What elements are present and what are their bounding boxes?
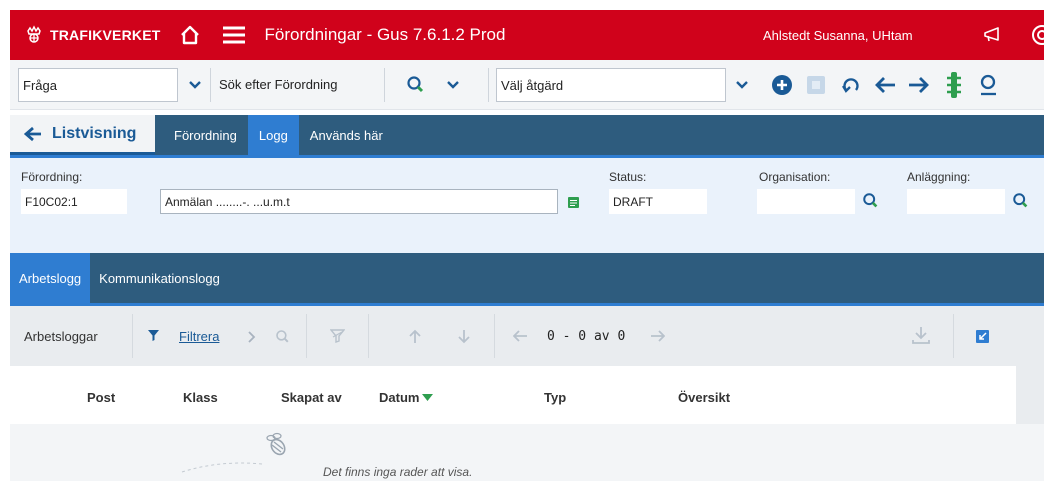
user-search-icon[interactable] [978, 73, 1002, 97]
user-name[interactable]: Ahlstedt Susanna, UHtam [763, 28, 913, 43]
header-form: Förordning: F10C02:1 Anmälan ........-. … [10, 155, 1044, 253]
column-header-skapat-av[interactable]: Skapat av [281, 390, 342, 405]
chevron-right-icon[interactable] [247, 331, 257, 343]
bee-icon [266, 432, 286, 456]
logo-text: TRAFIKVERKET [50, 27, 161, 43]
column-header-post[interactable]: Post [87, 390, 115, 405]
trafikverket-logo[interactable]: TRAFIKVERKET [24, 25, 161, 45]
tab-label: Logg [258, 127, 288, 143]
arrow-left-icon[interactable] [513, 330, 528, 342]
forordning-label: Förordning: [21, 170, 83, 184]
anlaggning-field[interactable] [907, 189, 1005, 214]
save-icon[interactable] [806, 75, 826, 95]
forordning-field[interactable]: F10C02:1 [21, 189, 127, 214]
search-label[interactable]: Sök efter Förordning [219, 77, 338, 92]
filter-link[interactable]: Filtrera [179, 329, 219, 344]
grid-header-row: Post Klass Skapat av Datum Typ Översikt [10, 366, 1016, 424]
filter-icon[interactable] [147, 329, 160, 342]
tab-label: Arbetslogg [19, 270, 82, 286]
tab-label: Kommunikationslogg [99, 270, 220, 286]
log-tab-bar: Arbetslogg Kommunikationslogg [10, 253, 1044, 303]
arrow-right-icon[interactable] [906, 74, 930, 96]
clear-filter-icon[interactable] [330, 329, 345, 344]
grid-divider [953, 314, 954, 358]
grid-divider [368, 314, 369, 358]
grid-body-empty: Det finns inga rader att visa. [10, 424, 1044, 481]
column-header-oversikt[interactable]: Översikt [678, 390, 730, 405]
query-select[interactable]: Fråga [18, 68, 178, 102]
action-select-value: Välj åtgärd [501, 77, 564, 93]
pager-text: 0 - 0 av 0 [547, 328, 626, 344]
status-label: Status: [609, 170, 647, 184]
toolbar-divider [488, 68, 489, 102]
nav-fill [394, 115, 1044, 155]
empty-message: Det finns inga rader att visa. [323, 465, 473, 479]
status-field[interactable]: DRAFT [609, 189, 707, 214]
arrow-left-icon[interactable] [874, 74, 898, 96]
action-select[interactable]: Välj åtgärd [496, 68, 726, 102]
anlaggning-label: Anläggning: [907, 170, 971, 184]
tab-kommunikationslogg[interactable]: Kommunikationslogg [90, 253, 229, 303]
search-icon[interactable] [862, 192, 880, 210]
column-header-label: Datum [379, 390, 420, 405]
notes-icon[interactable] [567, 196, 580, 209]
flight-path-decoration [181, 462, 263, 473]
undo-icon[interactable] [840, 74, 862, 96]
back-to-list-button[interactable]: Listvisning [10, 115, 155, 155]
arrow-down-icon[interactable] [458, 329, 470, 344]
column-header-datum[interactable]: Datum [379, 390, 434, 405]
download-icon[interactable] [912, 326, 930, 344]
sort-descending-icon [422, 393, 434, 401]
tab-label: Förordning [174, 127, 237, 143]
description-field[interactable]: Anmälan ........-. ...u.m.t [160, 189, 558, 214]
add-icon[interactable] [771, 74, 793, 96]
grid-divider [306, 314, 307, 358]
tab-logg[interactable]: Logg [247, 115, 299, 155]
grid-divider [494, 314, 495, 358]
search-options-chevron-icon[interactable] [446, 78, 460, 92]
title-bar: TRAFIKVERKET Förordningar - Gus 7.6.1.2 … [10, 10, 1044, 60]
search-icon[interactable] [406, 75, 426, 95]
tab-label: Används här [309, 127, 383, 143]
tab-anvands-har[interactable]: Används här [299, 115, 394, 155]
chevron-down-icon[interactable] [188, 78, 202, 92]
back-label: Listvisning [52, 124, 137, 142]
grid-toolbar: Arbetsloggar Filtrera 0 - 0 av 0 [10, 306, 1044, 366]
arrow-right-icon[interactable] [650, 330, 665, 342]
grid-divider [132, 314, 133, 358]
tab-forordning[interactable]: Förordning [163, 115, 248, 155]
arrow-up-icon[interactable] [409, 329, 421, 344]
main-toolbar: Fråga Sök efter Förordning Välj åtgärd [10, 60, 1044, 110]
organisation-label: Organisation: [759, 170, 831, 184]
lifebuoy-icon[interactable] [1030, 23, 1044, 50]
query-select-value: Fråga [23, 77, 57, 93]
chevron-down-icon[interactable] [735, 78, 749, 92]
megaphone-icon[interactable] [982, 25, 1004, 48]
organisation-field[interactable] [757, 189, 855, 214]
toolbar-divider [384, 68, 385, 102]
app-title: Förordningar - Gus 7.6.1.2 Prod [264, 25, 506, 44]
tab-arbetslogg[interactable]: Arbetslogg [10, 253, 91, 303]
arrow-left-icon [24, 126, 41, 141]
column-header-klass[interactable]: Klass [183, 390, 218, 405]
column-header-typ[interactable]: Typ [544, 390, 566, 405]
collapse-icon[interactable] [976, 330, 989, 343]
search-icon[interactable] [1012, 192, 1030, 210]
app-window: TRAFIKVERKET Förordningar - Gus 7.6.1.2 … [0, 0, 1044, 481]
home-icon[interactable] [179, 24, 201, 46]
hamburger-menu-icon[interactable] [221, 24, 247, 46]
workflow-icon[interactable] [946, 71, 962, 99]
grid-header-filler [1016, 366, 1044, 424]
toolbar-divider [210, 68, 211, 102]
search-icon[interactable] [275, 329, 291, 345]
record-nav-bar: Listvisning Förordning Logg Används här [10, 115, 1044, 155]
grid-title: Arbetsloggar [24, 328, 98, 344]
crown-icon [27, 25, 41, 43]
